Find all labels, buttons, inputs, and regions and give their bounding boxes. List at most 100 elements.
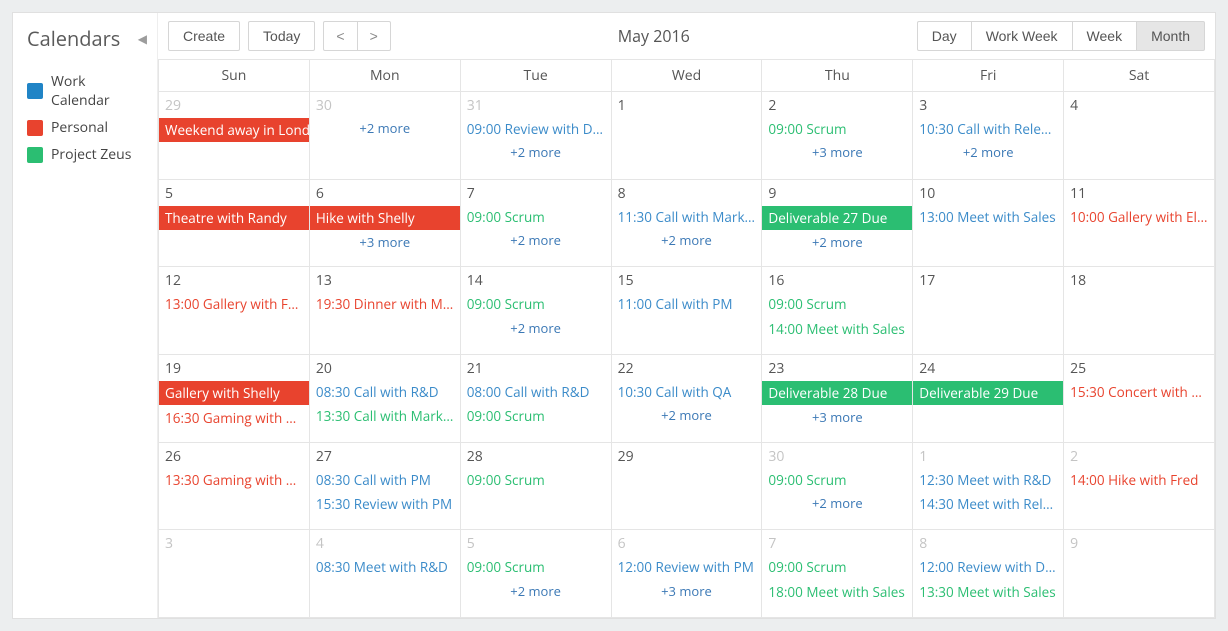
more-events-link[interactable]: +2 more — [461, 317, 611, 339]
day-cell[interactable]: 29Weekend away in London — [159, 92, 310, 180]
collapse-sidebar-icon[interactable]: ◀ — [138, 30, 147, 47]
day-cell[interactable]: 3009:00 Scrum+2 more — [762, 443, 913, 531]
event[interactable]: 13:30 Gaming with Ra… — [159, 468, 309, 492]
day-cell[interactable]: 612:00 Review with PM+3 more — [612, 530, 763, 618]
more-events-link[interactable]: +3 more — [762, 141, 912, 163]
day-cell[interactable]: 811:30 Call with Marketi…+2 more — [612, 180, 763, 268]
more-events-link[interactable]: +2 more — [913, 141, 1063, 163]
calendar-item[interactable]: Project Zeus — [27, 145, 147, 164]
event[interactable]: 08:30 Call with PM — [310, 468, 460, 492]
event[interactable]: 10:30 Call with Release — [913, 117, 1063, 141]
day-cell[interactable]: 19Gallery with Shelly16:30 Gaming with M… — [159, 355, 310, 443]
more-events-link[interactable]: +3 more — [762, 406, 912, 428]
day-cell[interactable]: 2008:30 Call with R&D13:30 Call with Mar… — [310, 355, 461, 443]
event[interactable]: 10:30 Call with QA — [612, 380, 762, 404]
day-cell[interactable]: 1110:00 Gallery with Elena — [1064, 180, 1215, 268]
event[interactable]: 15:30 Concert with Sh… — [1064, 380, 1214, 404]
event[interactable]: 08:30 Meet with R&D — [310, 555, 460, 579]
day-cell[interactable]: 2613:30 Gaming with Ra… — [159, 443, 310, 531]
event[interactable]: 09:00 Review with Dev… — [461, 117, 611, 141]
event[interactable]: 12:30 Meet with R&D — [913, 468, 1063, 492]
calendar-item[interactable]: Work Calendar — [27, 72, 147, 110]
day-cell[interactable]: 1013:00 Meet with Sales — [913, 180, 1064, 268]
event[interactable]: 09:00 Scrum — [461, 468, 611, 492]
day-cell[interactable]: 4 — [1064, 92, 1215, 180]
day-cell[interactable]: 3 — [159, 530, 310, 618]
day-cell[interactable]: 23Deliverable 28 Due+3 more — [762, 355, 913, 443]
event[interactable]: 08:30 Call with R&D — [310, 380, 460, 404]
event[interactable]: 18:00 Meet with Sales — [762, 580, 912, 604]
day-cell[interactable]: 509:00 Scrum+2 more — [461, 530, 612, 618]
event[interactable]: Deliverable 28 Due — [762, 381, 912, 405]
view-week-button[interactable]: Week — [1072, 21, 1138, 51]
event[interactable]: 09:00 Scrum — [762, 468, 912, 492]
day-cell[interactable]: 29 — [612, 443, 763, 531]
event[interactable]: Deliverable 27 Due — [762, 206, 912, 230]
day-cell[interactable]: 1511:00 Call with PM — [612, 267, 763, 355]
view-month-button[interactable]: Month — [1136, 21, 1205, 51]
event[interactable]: 09:00 Scrum — [762, 117, 912, 141]
event[interactable]: 09:00 Scrum — [461, 555, 611, 579]
event[interactable]: 09:00 Scrum — [461, 205, 611, 229]
day-cell[interactable]: 2108:00 Call with R&D09:00 Scrum — [461, 355, 612, 443]
event[interactable]: 14:00 Meet with Sales — [762, 317, 912, 341]
event[interactable]: 08:00 Call with R&D — [461, 380, 611, 404]
day-cell[interactable]: 3109:00 Review with Dev…+2 more — [461, 92, 612, 180]
today-button[interactable]: Today — [248, 21, 315, 51]
event[interactable]: 13:30 Call with Marketi… — [310, 404, 460, 428]
day-cell[interactable]: 9Deliverable 27 Due+2 more — [762, 180, 913, 268]
next-button[interactable]: > — [357, 21, 391, 51]
day-cell[interactable]: 209:00 Scrum+3 more — [762, 92, 913, 180]
event[interactable]: 13:00 Gallery with Fred — [159, 292, 309, 316]
day-cell[interactable]: 5Theatre with Randy — [159, 180, 310, 268]
event[interactable]: Gallery with Shelly — [159, 381, 309, 405]
event[interactable]: 12:00 Review with PM — [612, 555, 762, 579]
day-cell[interactable]: 17 — [913, 267, 1064, 355]
day-cell[interactable]: 1319:30 Dinner with Mitch — [310, 267, 461, 355]
view-workweek-button[interactable]: Work Week — [971, 21, 1073, 51]
event[interactable]: 11:30 Call with Marketi… — [612, 205, 762, 229]
prev-button[interactable]: < — [323, 21, 357, 51]
event[interactable]: 12:00 Review with Dev… — [913, 555, 1063, 579]
day-cell[interactable]: 1409:00 Scrum+2 more — [461, 267, 612, 355]
day-cell[interactable]: 9 — [1064, 530, 1215, 618]
day-cell[interactable]: 24Deliverable 29 Due — [913, 355, 1064, 443]
event[interactable]: 14:30 Meet with Relea… — [913, 492, 1063, 516]
event[interactable]: 09:00 Scrum — [762, 292, 912, 316]
more-events-link[interactable]: +2 more — [612, 229, 762, 251]
day-cell[interactable]: 310:30 Call with Release+2 more — [913, 92, 1064, 180]
day-cell[interactable]: 18 — [1064, 267, 1215, 355]
event[interactable]: 15:30 Review with PM — [310, 492, 460, 516]
more-events-link[interactable]: +2 more — [310, 117, 460, 139]
more-events-link[interactable]: +2 more — [612, 404, 762, 426]
event[interactable]: 09:00 Scrum — [762, 555, 912, 579]
more-events-link[interactable]: +2 more — [762, 231, 912, 253]
day-cell[interactable]: 1213:00 Gallery with Fred — [159, 267, 310, 355]
day-cell[interactable]: 1609:00 Scrum14:00 Meet with Sales — [762, 267, 913, 355]
event[interactable]: Deliverable 29 Due — [913, 381, 1063, 405]
event[interactable]: 16:30 Gaming with Mit… — [159, 406, 309, 430]
more-events-link[interactable]: +2 more — [461, 580, 611, 602]
event[interactable]: Weekend away in London — [159, 118, 310, 142]
more-events-link[interactable]: +2 more — [762, 492, 912, 514]
day-cell[interactable]: 214:00 Hike with Fred — [1064, 443, 1215, 531]
event[interactable]: 09:00 Scrum — [461, 404, 611, 428]
day-cell[interactable]: 2515:30 Concert with Sh… — [1064, 355, 1215, 443]
create-button[interactable]: Create — [168, 21, 240, 51]
day-cell[interactable]: 812:00 Review with Dev…13:30 Meet with S… — [913, 530, 1064, 618]
event[interactable]: Hike with Shelly — [310, 206, 460, 230]
day-cell[interactable]: 709:00 Scrum18:00 Meet with Sales — [762, 530, 913, 618]
event[interactable]: 19:30 Dinner with Mitch — [310, 292, 460, 316]
day-cell[interactable]: 1 — [612, 92, 763, 180]
day-cell[interactable]: 709:00 Scrum+2 more — [461, 180, 612, 268]
event[interactable]: 10:00 Gallery with Elena — [1064, 205, 1214, 229]
more-events-link[interactable]: +2 more — [461, 141, 611, 163]
day-cell[interactable]: 112:30 Meet with R&D14:30 Meet with Rele… — [913, 443, 1064, 531]
view-day-button[interactable]: Day — [917, 21, 972, 51]
day-cell[interactable]: 6Hike with Shelly+3 more — [310, 180, 461, 268]
more-events-link[interactable]: +3 more — [612, 580, 762, 602]
more-events-link[interactable]: +2 more — [461, 229, 611, 251]
event[interactable]: 11:00 Call with PM — [612, 292, 762, 316]
day-cell[interactable]: 2708:30 Call with PM15:30 Review with PM — [310, 443, 461, 531]
event[interactable]: 09:00 Scrum — [461, 292, 611, 316]
